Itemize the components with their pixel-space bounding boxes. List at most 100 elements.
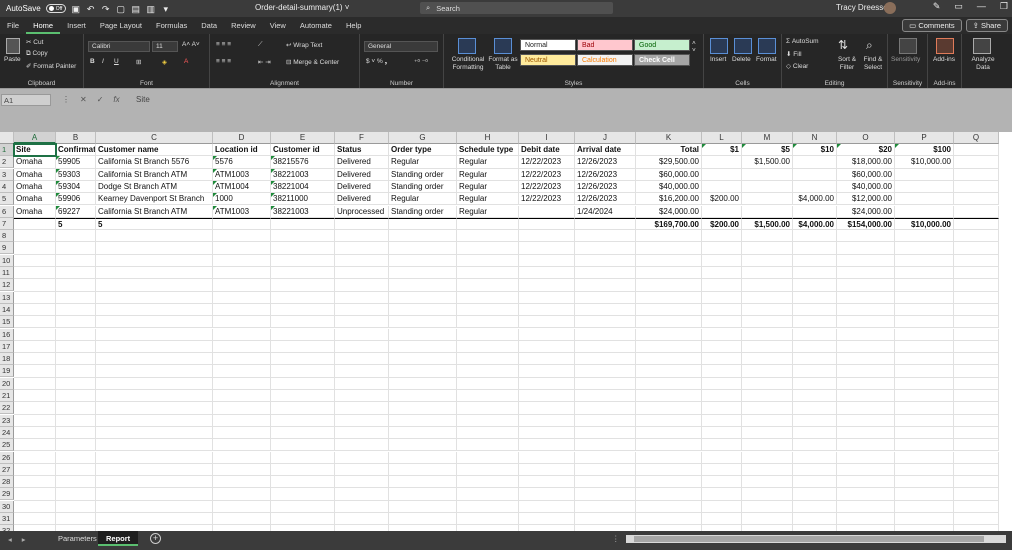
table-cell[interactable] xyxy=(457,291,519,304)
row-header[interactable]: 18 xyxy=(0,353,14,366)
table-cell[interactable] xyxy=(389,463,457,477)
table-cell[interactable] xyxy=(575,291,636,304)
menu-review[interactable]: Review xyxy=(224,17,263,34)
table-cell[interactable] xyxy=(519,365,575,378)
table-cell[interactable]: 12/26/2023 xyxy=(575,193,636,206)
borders-icon[interactable]: ⊞ xyxy=(136,58,141,66)
table-cell[interactable] xyxy=(575,328,636,341)
table-cell[interactable] xyxy=(519,476,575,489)
table-cell[interactable] xyxy=(389,279,457,292)
table-cell[interactable]: $40,000.00 xyxy=(636,180,702,194)
table-cell[interactable] xyxy=(213,488,271,501)
underline-icon[interactable]: U xyxy=(114,58,119,65)
table-cell[interactable] xyxy=(213,402,271,415)
table-cell[interactable] xyxy=(954,426,999,440)
table-cell[interactable] xyxy=(457,377,519,390)
comments-button[interactable]: ▭ Comments xyxy=(902,19,962,32)
table-cell[interactable]: 38215576 xyxy=(271,156,335,169)
table-cell[interactable] xyxy=(575,377,636,390)
column-header-l[interactable]: L xyxy=(702,132,742,144)
table-cell[interactable] xyxy=(702,377,742,390)
row-header[interactable]: 2 xyxy=(0,156,14,169)
table-cell[interactable] xyxy=(271,328,335,341)
table-cell[interactable]: Omaha xyxy=(14,180,56,194)
table-cell[interactable]: 38221003 xyxy=(271,205,335,218)
table-cell[interactable] xyxy=(519,279,575,292)
print-preview-icon[interactable]: ▤ xyxy=(131,4,141,14)
table-cell[interactable] xyxy=(742,328,793,341)
table-cell[interactable] xyxy=(457,267,519,280)
row-header[interactable]: 20 xyxy=(0,377,14,390)
paste-icon[interactable] xyxy=(6,38,20,54)
table-cell[interactable] xyxy=(213,365,271,378)
column-header-i[interactable]: I xyxy=(519,132,575,144)
add-sheet-icon[interactable]: + xyxy=(150,533,161,544)
table-cell[interactable] xyxy=(954,463,999,477)
table-cell[interactable] xyxy=(96,451,213,464)
table-cell[interactable] xyxy=(702,353,742,366)
table-cell[interactable] xyxy=(837,303,895,317)
table-cell[interactable] xyxy=(56,513,96,526)
table-cell[interactable] xyxy=(954,340,999,354)
table-cell[interactable]: $18,000.00 xyxy=(837,156,895,169)
table-cell[interactable] xyxy=(457,513,519,526)
header-cell[interactable]: Schedule type xyxy=(457,144,519,157)
table-cell[interactable] xyxy=(575,451,636,464)
sort-filter-icon[interactable]: ⇅ xyxy=(838,38,848,52)
table-cell[interactable] xyxy=(389,340,457,354)
table-cell[interactable] xyxy=(636,488,702,501)
table-cell[interactable] xyxy=(895,451,954,464)
table-cell[interactable]: $29,500.00 xyxy=(636,156,702,169)
table-cell[interactable] xyxy=(96,254,213,267)
insert-function-icon[interactable]: fx xyxy=(113,95,119,104)
header-cell[interactable]: Arrival date xyxy=(575,144,636,157)
column-header-a[interactable]: A xyxy=(14,132,56,144)
row-header[interactable]: 5 xyxy=(0,193,14,206)
table-cell[interactable] xyxy=(742,402,793,415)
column-header-b[interactable]: B xyxy=(56,132,96,144)
table-cell[interactable] xyxy=(335,414,389,427)
table-cell[interactable] xyxy=(56,316,96,329)
table-cell[interactable] xyxy=(56,390,96,403)
table-cell[interactable]: $16,200.00 xyxy=(636,193,702,206)
table-cell[interactable] xyxy=(954,513,999,526)
table-cell[interactable] xyxy=(213,230,271,243)
table-cell[interactable] xyxy=(271,463,335,477)
table-cell[interactable] xyxy=(702,476,742,489)
table-cell[interactable] xyxy=(742,426,793,440)
column-header-d[interactable]: D xyxy=(213,132,271,144)
table-cell[interactable] xyxy=(636,353,702,366)
tab-parameters[interactable]: Parameters xyxy=(50,531,105,546)
row-header[interactable]: 3 xyxy=(0,168,14,181)
table-cell[interactable] xyxy=(96,402,213,415)
insert-button[interactable]: Insert xyxy=(710,56,726,63)
table-cell[interactable] xyxy=(575,365,636,378)
table-cell[interactable]: $24,000.00 xyxy=(636,205,702,218)
table-cell[interactable] xyxy=(96,476,213,489)
table-cell[interactable] xyxy=(793,414,837,427)
table-cell[interactable] xyxy=(895,193,954,206)
table-cell[interactable] xyxy=(56,439,96,452)
autosum-button[interactable]: Σ AutoSum xyxy=(786,38,819,45)
sensitivity-icon[interactable] xyxy=(899,38,917,54)
table-cell[interactable] xyxy=(793,156,837,169)
table-cell[interactable]: Standing order xyxy=(389,180,457,194)
table-cell[interactable] xyxy=(56,340,96,354)
table-cell[interactable]: $4,000.00 xyxy=(793,193,837,206)
table-cell[interactable] xyxy=(519,426,575,440)
select-all-corner[interactable] xyxy=(0,132,14,144)
table-cell[interactable]: Regular xyxy=(389,193,457,206)
table-cell[interactable] xyxy=(702,463,742,477)
tab-report[interactable]: Report xyxy=(98,531,139,546)
table-cell[interactable] xyxy=(895,316,954,329)
column-header-g[interactable]: G xyxy=(389,132,457,144)
table-cell[interactable] xyxy=(457,316,519,329)
table-cell[interactable] xyxy=(837,340,895,354)
table-cell[interactable] xyxy=(702,291,742,304)
total-cell[interactable]: 5 xyxy=(96,217,213,231)
table-cell[interactable] xyxy=(636,279,702,292)
table-cell[interactable] xyxy=(56,463,96,477)
table-cell[interactable] xyxy=(14,353,56,366)
paste-button[interactable]: Paste xyxy=(4,56,21,63)
table-cell[interactable] xyxy=(742,365,793,378)
